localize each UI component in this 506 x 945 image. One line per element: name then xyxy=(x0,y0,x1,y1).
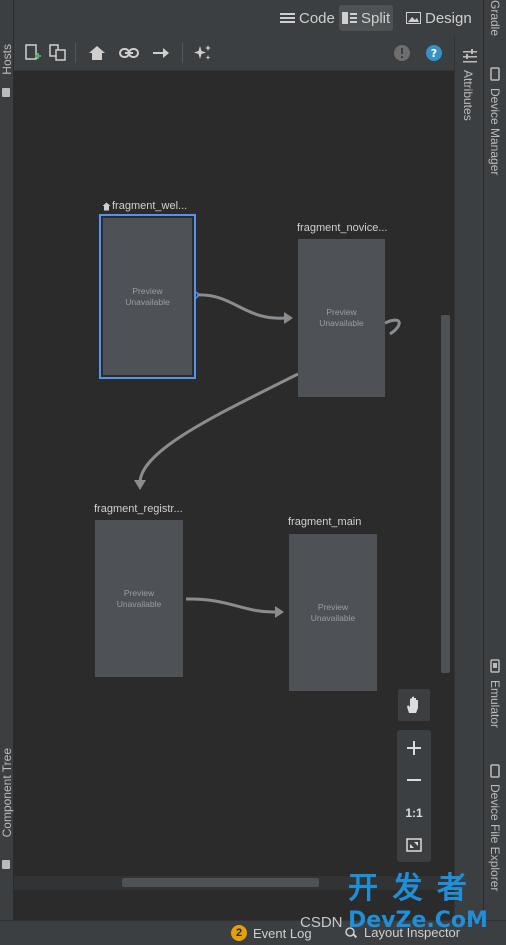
destination-node-registr[interactable]: Preview Unavailable xyxy=(95,520,183,677)
preview-unavailable-text: Preview Unavailable xyxy=(319,307,364,328)
preview-unavailable-text: Preview Unavailable xyxy=(310,601,356,623)
design-mode-label: Design xyxy=(425,9,472,27)
arrowhead-icon xyxy=(284,312,293,324)
preview-unavailable-text: Preview Unavailable xyxy=(116,587,162,609)
arrowhead-icon xyxy=(275,606,284,618)
deep-link-icon xyxy=(119,48,139,58)
pan-button[interactable] xyxy=(397,688,431,722)
code-mode-label: Code xyxy=(299,9,335,27)
attributes-panel-strip: Attributes xyxy=(454,36,483,920)
node-label-registr: fragment_registr... xyxy=(94,503,183,515)
new-destination-icon xyxy=(25,44,41,60)
plus-icon xyxy=(407,741,421,755)
tab-hosts[interactable]: Hosts xyxy=(0,44,14,75)
nest-graph-icon xyxy=(49,44,66,61)
destination-node-novice[interactable]: Preview Unavailable xyxy=(298,239,385,397)
hand-icon xyxy=(407,696,418,713)
svg-text:?: ? xyxy=(431,47,437,60)
code-mode-button[interactable]: Code xyxy=(277,5,338,31)
auto-arrange-button[interactable] xyxy=(191,42,215,64)
warning-button[interactable] xyxy=(390,42,414,64)
new-destination-button[interactable] xyxy=(21,42,45,64)
emulator-icon xyxy=(490,659,500,673)
warning-icon xyxy=(394,45,410,61)
graph-edges xyxy=(134,291,401,618)
right-tool-strip: Gradle Device Manager Emulator Device Fi… xyxy=(483,0,506,920)
zoom-out-button[interactable] xyxy=(397,765,431,795)
tab-component-tree[interactable]: Component Tree xyxy=(0,748,14,837)
hosts-icon xyxy=(2,88,10,97)
zoom-controls: 1:1 xyxy=(397,730,431,862)
auto-arrange-icon xyxy=(194,45,211,60)
toolbar-divider xyxy=(182,43,183,63)
left-tool-strip: Hosts Component Tree xyxy=(0,0,14,920)
device-manager-icon xyxy=(490,67,500,81)
tab-attributes[interactable]: Attributes xyxy=(461,70,475,121)
devze-watermark: 开 发 者 DevZe.CoM xyxy=(348,873,488,937)
deep-link-button[interactable] xyxy=(117,42,141,64)
destination-node-main[interactable]: Preview Unavailable xyxy=(289,534,377,691)
watermark-brand: 开 发 者 xyxy=(348,871,469,906)
action-edge-novice-self[interactable] xyxy=(384,318,401,336)
csdn-watermark: CSDN xyxy=(300,914,343,931)
tab-emulator[interactable]: Emulator xyxy=(488,680,502,728)
help-icon: ? xyxy=(426,45,442,61)
arrowhead-icon xyxy=(134,480,146,490)
vertical-scrollbar[interactable] xyxy=(441,315,450,673)
navigation-toolbar: ? xyxy=(14,36,454,71)
zoom-in-button[interactable] xyxy=(397,733,431,763)
node-label-main: fragment_main xyxy=(288,516,362,528)
action-edge-registr-main[interactable] xyxy=(185,597,277,614)
split-icon xyxy=(342,11,357,25)
attributes-sliders-icon xyxy=(463,49,477,63)
tab-device-file-explorer[interactable]: Device File Explorer xyxy=(488,784,502,891)
start-destination-icon xyxy=(89,46,105,60)
destination-node-welcome[interactable]: Preview Unavailable xyxy=(99,214,196,379)
split-mode-button[interactable]: Split xyxy=(339,5,394,31)
component-tree-icon xyxy=(2,860,10,869)
fit-screen-icon xyxy=(406,838,422,852)
start-destination-button[interactable] xyxy=(85,42,109,64)
image-icon xyxy=(406,11,421,25)
add-action-button[interactable] xyxy=(149,42,173,64)
minus-icon xyxy=(407,779,421,781)
watermark-site: DevZe.CoM xyxy=(348,908,488,933)
code-lines-icon xyxy=(280,11,295,25)
action-edge-novice-registr[interactable] xyxy=(138,372,299,484)
navigation-editor-window: { "mode_bar": { "code": "Code", "split":… xyxy=(0,0,506,945)
zoom-to-fit-button[interactable] xyxy=(397,830,431,860)
navigation-graph-canvas[interactable]: fragment_wel... Preview Unavailable fragm… xyxy=(14,71,454,876)
nest-graph-button[interactable] xyxy=(46,42,70,64)
event-log-count-badge: 2 xyxy=(231,925,247,941)
design-mode-button[interactable]: Design xyxy=(403,5,475,31)
horizontal-scrollbar[interactable] xyxy=(122,878,319,887)
toolbar-divider xyxy=(75,43,76,63)
action-edge-welcome-novice[interactable] xyxy=(195,293,287,320)
help-button[interactable]: ? xyxy=(422,42,446,64)
preview-unavailable-text: Preview Unavailable xyxy=(125,285,170,307)
split-mode-label: Split xyxy=(361,9,391,27)
device-file-explorer-icon xyxy=(490,764,500,778)
node-label-welcome: fragment_wel... xyxy=(112,200,188,212)
start-destination-home-icon xyxy=(102,202,111,211)
zoom-actual-size-button[interactable]: 1:1 xyxy=(397,798,431,828)
tab-gradle[interactable]: Gradle xyxy=(488,0,502,36)
node-label-novice: fragment_novice... xyxy=(297,222,388,234)
action-arrow-icon xyxy=(153,48,169,58)
view-mode-bar: Code Split Design xyxy=(14,0,483,36)
tab-device-manager[interactable]: Device Manager xyxy=(488,88,502,175)
